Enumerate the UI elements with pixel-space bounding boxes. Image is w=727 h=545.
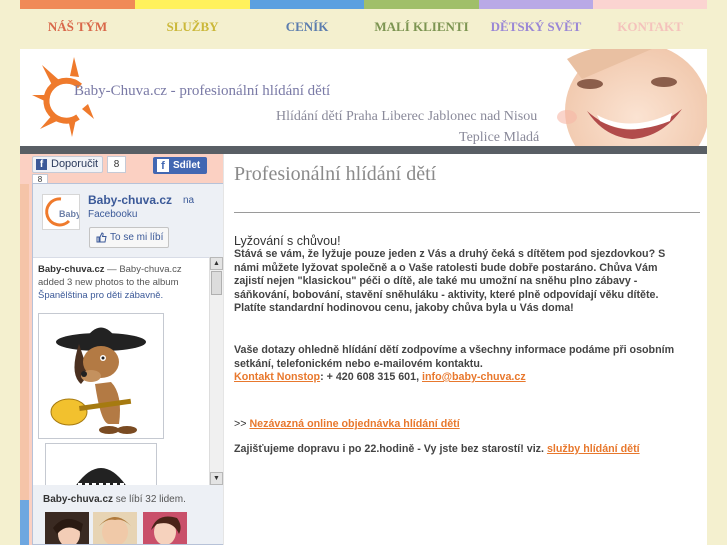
feed-post-text: Baby-chuva.cz — Baby-chuva.cz added 3 ne… — [38, 263, 206, 302]
feed-dash: — — [104, 264, 120, 275]
nav-label[interactable]: NÁŠ TÝM — [20, 19, 135, 35]
mariachi-dog-illustration — [50, 327, 146, 434]
main-content: Profesionální hlídání dětí Lyžování s ch… — [223, 154, 707, 545]
avatar — [143, 512, 187, 544]
nav-label[interactable]: KONTAKT — [593, 19, 707, 35]
page-avatar[interactable]: Baby — [42, 194, 81, 230]
online-order-link[interactable]: Nezávazná online objednávka hlídání dětí — [249, 418, 459, 430]
header-tagline-line1: Hlídání dětí Praha Liberec Jablonec nad … — [276, 109, 538, 124]
feed-photo[interactable] — [45, 443, 157, 485]
fans-count: se líbí 32 lidem. — [113, 494, 186, 505]
avatar — [45, 512, 89, 544]
nav-color-bar — [20, 0, 135, 9]
fans-count-text: Baby-chuva.cz se líbí 32 lidem. — [43, 494, 186, 505]
title-divider — [234, 212, 700, 213]
like-label: To se mi líbí — [110, 232, 164, 243]
nav-color-bar — [593, 0, 707, 9]
contact-paragraph: Vaše dotazy ohledně hlídání dětí zodpoví… — [234, 344, 682, 385]
scroll-thumb[interactable] — [211, 271, 222, 295]
facebook-feed: Baby-chuva.cz — Baby-chuva.cz added 3 ne… — [33, 257, 209, 485]
sombrero-illustration — [71, 468, 131, 485]
logo-text: Baby — [59, 209, 79, 219]
transport-line: Zajišťujeme dopravu i po 22.hodině - Vy … — [234, 443, 682, 457]
scroll-down-arrow-icon[interactable]: ▼ — [210, 472, 223, 485]
page-name-link[interactable]: Baby-chuva.cz — [88, 193, 172, 207]
feed-added-text: added 3 new photos to the album — [38, 277, 179, 288]
feed-author2[interactable]: Baby-chuva.cz — [119, 264, 181, 275]
feed-scrollbar[interactable]: ▲ ▼ — [209, 257, 223, 485]
nav-item-kontakt[interactable]: KONTAKT — [593, 0, 707, 40]
nav-label[interactable]: DĚTSKÝ SVĚT — [479, 19, 593, 35]
nav-label[interactable]: MALÍ KLIENTI — [364, 19, 479, 35]
nav-color-bar — [250, 0, 364, 9]
nav-item-sluzby[interactable]: SLUŽBY — [135, 0, 250, 40]
ski-paragraph: Stává se vám, že lyžuje pouze jeden z Vá… — [234, 248, 666, 314]
main-nav: NÁŠ TÝM SLUŽBY CENÍK MALÍ KLIENTI DĚTSKÝ… — [20, 0, 707, 40]
facebook-icon: f — [157, 159, 169, 172]
recommend-label: Doporučit — [51, 158, 99, 170]
page-name-suffix2[interactable]: Facebooku — [88, 209, 137, 220]
facebook-icon: f — [36, 159, 47, 170]
contact-phone: : + 420 608 315 601, — [320, 371, 423, 383]
sidebar-accent-blue — [20, 500, 29, 545]
transport-text: Zajišťujeme dopravu i po 22.hodině - Vy … — [234, 443, 547, 455]
site-title[interactable]: Baby-Chuva.cz - profesionální hlídání dě… — [74, 83, 330, 100]
nav-item-detsky-svet[interactable]: DĚTSKÝ SVĚT — [479, 0, 593, 40]
page-title: Profesionální hlídání dětí — [234, 163, 437, 185]
header-divider — [20, 146, 707, 154]
feed-author[interactable]: Baby-chuva.cz — [38, 264, 105, 275]
order-prefix: >> — [234, 418, 250, 430]
avatar — [93, 512, 137, 544]
site-header: Baby-Chuva.cz - profesionální hlídání dě… — [20, 49, 707, 146]
thumbs-up-icon — [96, 232, 107, 243]
nav-item-cenik[interactable]: CENÍK — [250, 0, 364, 40]
fan-avatar[interactable] — [45, 512, 89, 544]
fans-page-name[interactable]: Baby-chuva.cz — [43, 494, 113, 505]
section-heading: Lyžování s chůvou! — [234, 234, 341, 248]
smiling-child-photo — [542, 49, 707, 146]
facebook-page-plugin: Baby Baby-chuva.cz na Facebooku To se mi… — [32, 183, 225, 545]
sun-logo-icon: Baby — [45, 197, 81, 227]
feed-photo[interactable] — [38, 313, 164, 439]
sidebar-accent — [20, 184, 29, 545]
facebook-share-button[interactable]: f Sdílet — [153, 157, 207, 174]
facebook-recommend-button[interactable]: f Doporučit — [32, 156, 104, 173]
services-link[interactable]: služby hlídání dětí — [547, 443, 640, 455]
order-line: >> Nezávazná online objednávka hlídání d… — [234, 418, 682, 432]
like-page-button[interactable]: To se mi líbí — [89, 227, 169, 248]
fan-avatar[interactable] — [143, 512, 187, 544]
scroll-up-arrow-icon[interactable]: ▲ — [210, 257, 223, 270]
nav-color-bar — [364, 0, 479, 9]
contact-nonstop-link[interactable]: Kontakt Nonstop — [234, 371, 320, 383]
share-label: Sdílet — [173, 160, 201, 171]
page-name-suffix: na — [183, 195, 195, 206]
nav-color-bar — [135, 0, 250, 9]
nav-label[interactable]: SLUŽBY — [135, 19, 250, 35]
nav-color-bar — [479, 0, 593, 9]
contact-email-link[interactable]: info@baby-chuva.cz — [422, 371, 526, 383]
nav-item-nas-tym[interactable]: NÁŠ TÝM — [20, 0, 135, 40]
nav-item-mali-klienti[interactable]: MALÍ KLIENTI — [364, 0, 479, 40]
fan-avatar[interactable] — [93, 512, 137, 544]
feed-album-link[interactable]: Španělština pro děti zábavně. — [38, 290, 163, 301]
nav-label[interactable]: CENÍK — [250, 19, 364, 35]
contact-intro: Vaše dotazy ohledně hlídání dětí zodpoví… — [234, 344, 675, 370]
recommend-count: 8 — [107, 156, 126, 173]
